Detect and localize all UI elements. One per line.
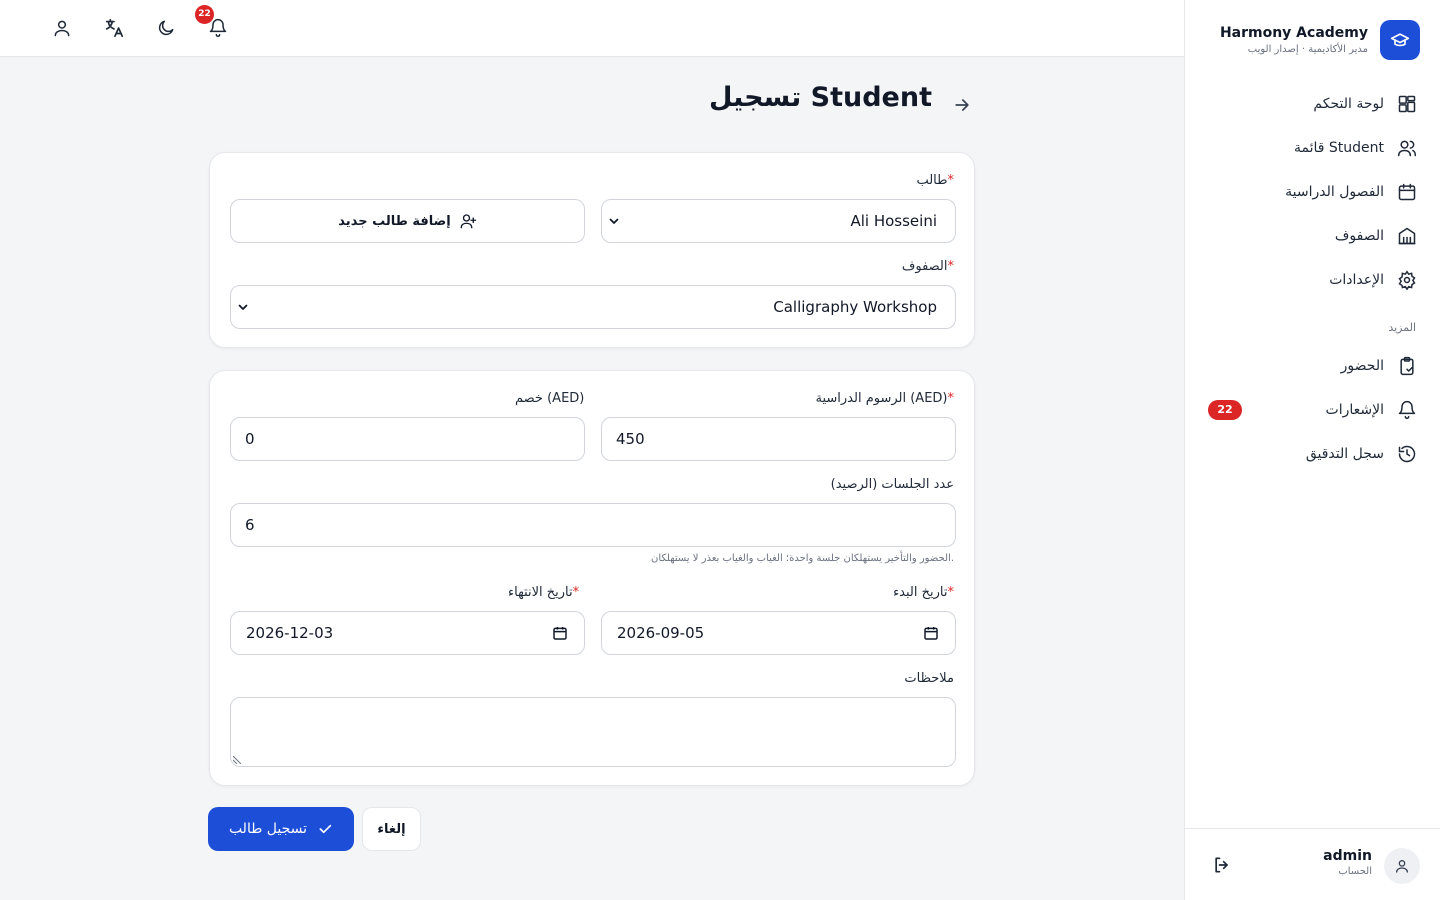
account-panel: admin الحساب xyxy=(1184,828,1440,900)
sidebar-item-classes[interactable]: الصفوف xyxy=(1184,214,1440,258)
start-date-input[interactable]: 2026-09-05 xyxy=(601,611,956,655)
chevron-down-icon xyxy=(237,301,249,313)
chevron-down-icon xyxy=(608,215,620,227)
sidebar-item-label: الصفوف xyxy=(1334,228,1384,244)
cancel-label: إلغاء xyxy=(377,821,406,837)
brand-title: Harmony Academy xyxy=(1219,25,1368,41)
sidebar-item-label: لوحة التحكم xyxy=(1313,96,1384,112)
avatar[interactable] xyxy=(1384,848,1420,884)
class-field-label: الصفوف* xyxy=(901,259,954,274)
notification-badge: 22 xyxy=(195,5,214,24)
gear-icon xyxy=(1396,269,1418,291)
sidebar-item-label: سجل التدقيق xyxy=(1305,446,1384,462)
tuition-input-value: 450 xyxy=(616,430,645,448)
notification-count-badge: 22 xyxy=(1208,400,1242,420)
sidebar-item-notifications[interactable]: الإشعارات 22 xyxy=(1184,388,1440,432)
sidebar-item-label: الإشعارات xyxy=(1325,402,1384,418)
start-date-value: 2026-09-05 xyxy=(617,624,705,642)
sessions-hint: الحضور والتأخير يستهلكان جلسة واحدة؛ الغ… xyxy=(651,553,954,564)
sessions-input[interactable]: 6 xyxy=(230,503,956,547)
sidebar-item-attendance[interactable]: الحضور xyxy=(1184,344,1440,388)
resize-handle-icon[interactable] xyxy=(233,756,241,764)
notes-textarea[interactable] xyxy=(230,697,956,767)
user-plus-icon xyxy=(459,212,477,230)
sessions-input-value: 6 xyxy=(245,516,255,534)
language-icon[interactable] xyxy=(101,15,127,41)
sidebar-section-more: المزيد xyxy=(1388,321,1416,334)
sidebar-item-label: الإعدادات xyxy=(1329,272,1384,288)
page-title: تسجيل Student xyxy=(709,82,932,113)
sidebar: Harmony Academy مدير الأكاديمية · إصدار … xyxy=(1184,0,1440,900)
sidebar-item-label: الفصول الدراسية xyxy=(1285,184,1384,200)
brand-subtitle: مدير الأكاديمية · إصدار الويب xyxy=(1247,44,1368,55)
calendar-icon xyxy=(1396,181,1418,203)
sessions-field-label: عدد الجلسات (الرصيد) xyxy=(830,477,954,492)
student-select-value: Ali Hosseini xyxy=(850,212,937,230)
arrow-right-icon[interactable] xyxy=(952,95,972,115)
enrollment-details-card: الرسوم الدراسية (AED)* 450 خصم (AED) 0 ع… xyxy=(209,370,975,786)
sidebar-item-students[interactable]: قائمة Student xyxy=(1184,126,1440,170)
sidebar-item-settings[interactable]: الإعدادات xyxy=(1184,258,1440,302)
clipboard-icon xyxy=(1396,355,1418,377)
moon-icon[interactable] xyxy=(153,15,179,41)
sidebar-item-dashboard[interactable]: لوحة التحكم xyxy=(1184,82,1440,126)
tuition-field-label: الرسوم الدراسية (AED)* xyxy=(815,391,954,406)
calendar-icon[interactable] xyxy=(923,625,939,641)
discount-input-value: 0 xyxy=(245,430,255,448)
history-icon xyxy=(1396,443,1418,465)
enroll-student-button[interactable]: تسجيل طالب xyxy=(208,807,354,851)
user-icon[interactable] xyxy=(49,15,75,41)
student-class-card: طالب* Ali Hosseini إضافة طالب جديد الصفو… xyxy=(209,152,975,348)
topbar: 22 xyxy=(0,0,1184,57)
class-select[interactable]: Calligraphy Workshop xyxy=(230,285,956,329)
brand: Harmony Academy مدير الأكاديمية · إصدار … xyxy=(1220,20,1420,60)
users-icon xyxy=(1396,137,1418,159)
building-icon xyxy=(1396,225,1418,247)
notes-field-label: ملاحظات xyxy=(904,671,954,686)
student-select[interactable]: Ali Hosseini xyxy=(601,199,956,243)
account-role: الحساب xyxy=(1338,866,1372,877)
end-date-input[interactable]: 2026-12-03 xyxy=(230,611,585,655)
student-field-label: طالب* xyxy=(916,173,954,188)
discount-input[interactable]: 0 xyxy=(230,417,585,461)
enroll-student-label: تسجيل طالب xyxy=(228,821,308,837)
add-new-student-button[interactable]: إضافة طالب جديد xyxy=(230,199,585,243)
tuition-input[interactable]: 450 xyxy=(601,417,956,461)
graduation-cap-icon xyxy=(1380,20,1420,60)
discount-field-label: خصم (AED) xyxy=(515,391,585,406)
start-date-label: تاريخ البدء* xyxy=(893,585,954,600)
calendar-icon[interactable] xyxy=(552,625,568,641)
sidebar-item-label: قائمة Student xyxy=(1293,140,1384,156)
cancel-button[interactable]: إلغاء xyxy=(362,807,421,851)
logout-icon[interactable] xyxy=(1212,855,1232,875)
account-name: admin xyxy=(1323,848,1372,864)
check-icon xyxy=(317,821,333,837)
sidebar-item-label: الحضور xyxy=(1340,358,1384,374)
dashboard-icon xyxy=(1396,93,1418,115)
class-select-value: Calligraphy Workshop xyxy=(773,298,937,316)
end-date-value: 2026-12-03 xyxy=(246,624,334,642)
add-new-student-label: إضافة طالب جديد xyxy=(338,213,451,229)
end-date-label: تاريخ الانتهاء* xyxy=(508,585,580,600)
sidebar-nav: لوحة التحكم قائمة Student الفصول الدراسي… xyxy=(1184,82,1440,476)
sidebar-item-terms[interactable]: الفصول الدراسية xyxy=(1184,170,1440,214)
sidebar-item-audit-log[interactable]: سجل التدقيق xyxy=(1184,432,1440,476)
bell-icon xyxy=(1396,399,1418,421)
